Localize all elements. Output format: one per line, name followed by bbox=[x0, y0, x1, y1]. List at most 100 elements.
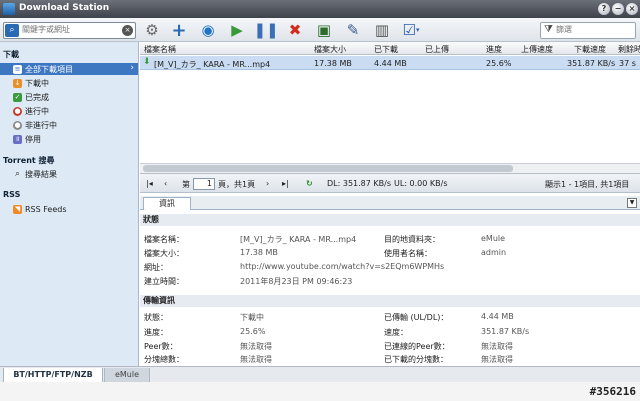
sidebar-item-all[interactable]: ≡ 全部下載項目 › bbox=[0, 63, 138, 75]
sidebar-section-downloads: 下載 bbox=[3, 50, 19, 59]
pause-icon: ❚❚ bbox=[253, 21, 279, 39]
column-downloaded[interactable]: 已下載 bbox=[374, 44, 398, 55]
size-label: 檔案大小： bbox=[144, 249, 184, 258]
column-filename[interactable]: 檔案名稱 bbox=[144, 44, 176, 55]
progress-value: 25.6% bbox=[240, 327, 266, 336]
add-button[interactable]: + bbox=[168, 19, 190, 41]
row-size: 17.38 MB bbox=[314, 59, 352, 68]
column-remaining[interactable]: 剩餘時 bbox=[618, 44, 640, 55]
sidebar-item-paused[interactable]: ॥ 停用 bbox=[0, 133, 138, 145]
pieces-value: 無法取得 bbox=[240, 355, 272, 364]
tab-bt-http-ftp-nzb[interactable]: BT/HTTP/FTP/NZB bbox=[3, 368, 103, 383]
detail-panel: 狀態 檔案名稱： [M_V]_カラ_ KARA - MR...mp4 目的地資料… bbox=[140, 211, 640, 366]
delete-x-icon: ✖ bbox=[288, 21, 302, 39]
sidebar-item-completed[interactable]: ✓ 已完成 bbox=[0, 91, 138, 103]
row-remaining: 37 s bbox=[619, 59, 636, 68]
checkbox-icon: ☑ bbox=[402, 21, 416, 39]
refresh-icon[interactable]: ↻ bbox=[306, 179, 313, 188]
sidebar-item-label: 停用 bbox=[25, 134, 41, 144]
next-page-icon[interactable]: › bbox=[266, 179, 269, 188]
horizontal-scrollbar[interactable] bbox=[140, 163, 640, 173]
page-prefix: 第 bbox=[182, 180, 190, 189]
column-download-speed[interactable]: 下載速度 bbox=[574, 44, 606, 55]
created-value: 2011年8月23日 PM 09:46:23 bbox=[240, 277, 353, 286]
add-url-button[interactable]: ◉ bbox=[197, 20, 219, 40]
row-downloaded: 4.44 MB bbox=[374, 59, 407, 68]
user-value: admin bbox=[481, 248, 507, 257]
sidebar-item-label: 全部下載項目 bbox=[25, 64, 73, 74]
close-button[interactable]: × bbox=[626, 3, 638, 15]
downloading-status-icon: ⬇ bbox=[143, 57, 151, 67]
peers-value: 無法取得 bbox=[240, 342, 272, 351]
sidebar-section-torrent: Torrent 搜尋 bbox=[3, 156, 55, 165]
pager: |◂ ‹ 第 1 頁，共1頁 › ▸| ↻ DL: 351.87 KB/s UL… bbox=[140, 173, 640, 193]
collapse-icon[interactable]: ▼ bbox=[627, 198, 637, 208]
check-icon: ✓ bbox=[13, 92, 22, 102]
gear-icon: ⚙ bbox=[145, 21, 159, 39]
prev-page-icon[interactable]: ‹ bbox=[164, 179, 167, 188]
page-number-input[interactable]: 1 bbox=[193, 178, 215, 190]
row-download-speed: 351.87 KB/s bbox=[567, 59, 616, 68]
plus-icon: + bbox=[171, 19, 187, 41]
edit-button[interactable]: ✎ bbox=[342, 20, 364, 40]
sidebar-item-inactive[interactable]: ● 非進行中 bbox=[0, 119, 138, 131]
tab-emule[interactable]: eMule bbox=[104, 368, 150, 383]
save-button[interactable]: ▣ bbox=[313, 20, 335, 40]
filter-input[interactable] bbox=[556, 25, 632, 34]
active-icon: ● bbox=[13, 106, 22, 116]
state-label: 狀態： bbox=[144, 313, 168, 322]
clear-completed-button[interactable]: ▥ bbox=[371, 20, 393, 40]
settings-button[interactable]: ⚙ bbox=[141, 20, 163, 40]
sidebar-item-label: 進行中 bbox=[25, 106, 49, 116]
connected-peers-value: 無法取得 bbox=[481, 342, 513, 351]
table-row[interactable]: ⬇ [M_V]_カラ_ KARA - MR...mp4 17.38 MB 4.4… bbox=[140, 56, 640, 70]
column-progress[interactable]: 進度 bbox=[486, 44, 502, 55]
scrollbar-thumb[interactable] bbox=[143, 165, 513, 172]
column-size[interactable]: 檔案大小 bbox=[314, 44, 346, 55]
sidebar-item-search-results[interactable]: ⌕ 搜尋結果 bbox=[0, 168, 138, 180]
title-bar: Download Station ? − × bbox=[0, 0, 640, 18]
filename-label: 檔案名稱： bbox=[144, 235, 184, 244]
search-icon[interactable]: ⌕ bbox=[5, 24, 19, 37]
transfer-section-title: 傳輸資訊 bbox=[140, 295, 640, 307]
column-uploaded[interactable]: 已上傳 bbox=[425, 44, 449, 55]
status-section-title: 狀態 bbox=[140, 214, 640, 226]
clear-search-icon[interactable]: × bbox=[122, 25, 133, 36]
filter-box: ⧩ bbox=[540, 22, 636, 39]
first-page-icon[interactable]: |◂ bbox=[146, 179, 153, 188]
pause-icon: ॥ bbox=[13, 134, 22, 144]
minimize-button[interactable]: − bbox=[612, 3, 624, 15]
sidebar-item-active[interactable]: ● 進行中 bbox=[0, 105, 138, 117]
delete-button[interactable]: ✖ bbox=[284, 20, 306, 40]
row-filename: [M_V]_カラ_ KARA - MR...mp4 bbox=[154, 60, 271, 69]
dropdown-arrow-icon: ▾ bbox=[415, 26, 420, 34]
list-icon: ≡ bbox=[13, 64, 22, 74]
toolbar: ⌕ × ⚙ + ◉ ▶ ❚❚ ✖ ▣ ✎ ▥ ☑▾ ⧩ bbox=[0, 18, 640, 42]
user-label: 使用者名稱： bbox=[384, 249, 432, 258]
page-suffix: 頁，共1頁 bbox=[218, 180, 256, 189]
last-page-icon[interactable]: ▸| bbox=[282, 179, 289, 188]
magnifier-icon: ⌕ bbox=[14, 168, 21, 179]
progress-label: 進度： bbox=[144, 328, 168, 337]
play-icon: ▶ bbox=[231, 21, 243, 39]
state-value: 下載中 bbox=[240, 313, 264, 322]
tab-info[interactable]: 資訊 bbox=[143, 197, 191, 210]
select-menu-button[interactable]: ☑ ▾ bbox=[400, 20, 422, 40]
column-upload-speed[interactable]: 上傳速度 bbox=[521, 44, 553, 55]
downloaded-pieces-label: 已下載的分塊數： bbox=[384, 355, 448, 364]
pause-button[interactable]: ❚❚ bbox=[253, 20, 279, 40]
transferred-label: 已傳輸 (UL/DL)： bbox=[384, 313, 449, 322]
filter-icon: ⧩ bbox=[544, 24, 553, 35]
filename-value: [M_V]_カラ_ KARA - MR...mp4 bbox=[240, 235, 357, 244]
download-icon: ↓ bbox=[13, 78, 22, 88]
sidebar: 下載 ≡ 全部下載項目 › ↓ 下載中 ✓ 已完成 ● 進行中 ● 非進行中 ॥… bbox=[0, 42, 139, 366]
speed-label: 速度： bbox=[384, 328, 408, 337]
row-progress: 25.6% bbox=[486, 59, 512, 68]
resume-button[interactable]: ▶ bbox=[226, 20, 248, 40]
sidebar-item-rss-feeds[interactable]: ◥ RSS Feeds bbox=[0, 203, 138, 215]
sidebar-item-downloading[interactable]: ↓ 下載中 bbox=[0, 77, 138, 89]
search-input[interactable] bbox=[22, 25, 122, 34]
search-box: ⌕ × bbox=[3, 22, 136, 39]
inactive-icon: ● bbox=[13, 120, 22, 130]
help-button[interactable]: ? bbox=[598, 3, 610, 15]
